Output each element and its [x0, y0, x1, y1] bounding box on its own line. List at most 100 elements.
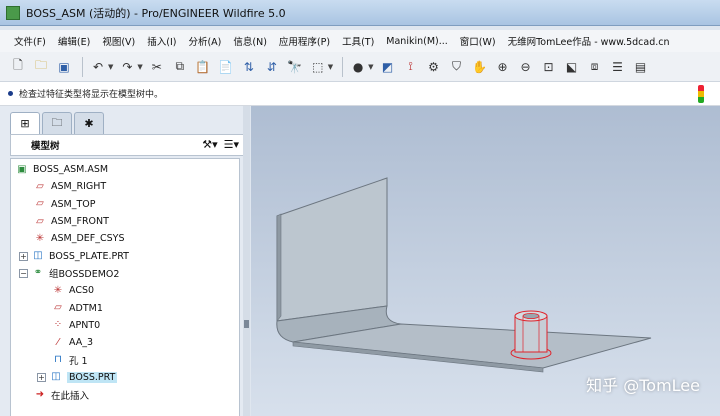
model-boss: [510, 310, 552, 360]
shading-dropdown-icon[interactable]: ▼: [368, 63, 373, 71]
tree-item-asm-def-csys[interactable]: ✳ ASM_DEF_CSYS: [11, 230, 239, 247]
expand-icon[interactable]: +: [19, 251, 28, 261]
appearance-icon[interactable]: ⛉: [447, 57, 467, 77]
tree-item-label: ADTM1: [69, 302, 103, 314]
tree-item-hole[interactable]: ⊓ 孔 1: [11, 351, 239, 368]
zoom-out-icon[interactable]: ⊖: [516, 57, 536, 77]
regen-manager-icon[interactable]: ⇵: [262, 57, 282, 77]
menu-window[interactable]: 窗口(W): [456, 34, 500, 48]
tree-item-label: BOSS.PRT: [67, 371, 118, 383]
status-message: 检查过特征类型将显示在模型树中。: [19, 90, 164, 100]
watermark: 知乎 @TomLee: [586, 376, 700, 395]
tree-item-label: ACS0: [69, 285, 95, 297]
tree-item-label: APNT0: [69, 319, 101, 331]
menu-edit[interactable]: 编辑(E): [54, 34, 94, 48]
tree-item-insert-here[interactable]: ➜ 在此插入: [11, 386, 239, 403]
tree-item-label: 在此插入: [51, 390, 90, 402]
traffic-light-icon: [698, 85, 704, 103]
cut-icon[interactable]: ✂: [147, 57, 167, 77]
tree-item-asm-right[interactable]: ▱ ASM_RIGHT: [11, 178, 239, 195]
tree-item-label: ASM_RIGHT: [51, 181, 107, 193]
open-folder-icon[interactable]: 🗀: [31, 57, 51, 77]
tree-item-apnt0[interactable]: ⁘ APNT0: [11, 317, 239, 334]
tree-item-acs0[interactable]: ✳ ACS0: [11, 282, 239, 299]
graphics-viewport[interactable]: 知乎 @TomLee: [251, 106, 720, 416]
part-icon: ◫: [33, 250, 43, 262]
status-line: 检查过特征类型将显示在模型树中。: [0, 82, 720, 106]
menu-analysis[interactable]: 分析(A): [184, 34, 225, 48]
tree-item-asm-top[interactable]: ▱ ASM_TOP: [11, 196, 239, 213]
refit-icon[interactable]: ⊡: [539, 57, 559, 77]
select-box-icon[interactable]: ⬚: [308, 57, 328, 77]
search-tool-icon[interactable]: 🔭: [285, 57, 305, 77]
tree-item-boss-plate[interactable]: + ◫ BOSS_PLATE.PRT: [11, 247, 239, 264]
model-tree-tab-icon[interactable]: ⊞: [10, 112, 40, 134]
zoom-in-icon[interactable]: ⊕: [493, 57, 513, 77]
tree-item-boss-prt[interactable]: + ◫ BOSS.PRT: [11, 369, 239, 386]
redo-dropdown-icon[interactable]: ▼: [137, 63, 142, 71]
group-icon: ⚭: [33, 267, 43, 279]
menu-insert[interactable]: 插入(I): [143, 34, 180, 48]
collapse-icon[interactable]: −: [19, 268, 28, 278]
tree-item-aa3[interactable]: ⁄ AA_3: [11, 334, 239, 351]
new-file-icon[interactable]: 🗋: [8, 57, 28, 77]
menu-applications[interactable]: 应用程序(P): [275, 34, 334, 48]
save-icon[interactable]: ▣: [54, 57, 74, 77]
datum-plane-icon: ▱: [36, 198, 44, 210]
reorient-icon[interactable]: ⬕: [562, 57, 582, 77]
expand-icon[interactable]: +: [37, 372, 46, 382]
datum-display-icon[interactable]: ⟟: [401, 57, 421, 77]
layers-icon[interactable]: ☰: [608, 57, 628, 77]
pan-hand-icon[interactable]: ✋: [470, 57, 490, 77]
tree-tools: ⚒▾ ☰▾: [202, 138, 239, 151]
tree-item-asm-front[interactable]: ▱ ASM_FRONT: [11, 213, 239, 230]
layer-icon[interactable]: ⚙: [424, 57, 444, 77]
tree-item-group[interactable]: − ⚭ 组BOSSDEMO2: [11, 265, 239, 282]
tree-item-label: BOSS_ASM.ASM: [33, 164, 109, 176]
select-dropdown-icon[interactable]: ▼: [328, 63, 333, 71]
menu-bar: 文件(F) 编辑(E) 视图(V) 插入(I) 分析(A) 信息(N) 应用程序…: [0, 30, 720, 52]
splitter-grip-icon[interactable]: [244, 320, 249, 328]
app-icon: [6, 5, 20, 20]
datum-point-icon: ⁘: [53, 319, 63, 331]
panel-splitter[interactable]: [243, 106, 250, 416]
favorites-tab-icon[interactable]: ✱: [74, 112, 104, 134]
model-tree-header: 模型树 ⚒▾ ☰▾: [10, 134, 246, 156]
menu-manikin[interactable]: Manikin(M)...: [382, 36, 452, 47]
undo-dropdown-icon[interactable]: ▼: [108, 63, 113, 71]
regenerate-icon[interactable]: ⇅: [239, 57, 259, 77]
tree-item-root[interactable]: ▣ BOSS_ASM.ASM: [11, 161, 239, 178]
tree-item-label: AA_3: [69, 337, 94, 349]
redo-icon[interactable]: ↷: [117, 57, 137, 77]
navigator-tabs: ⊞ 🗀 ✱: [10, 112, 104, 134]
copy-icon[interactable]: ⧉: [170, 57, 190, 77]
menu-tools[interactable]: 工具(T): [338, 34, 378, 48]
tree-item-label: 孔 1: [69, 355, 88, 367]
undo-icon[interactable]: ↶: [88, 57, 108, 77]
tree-settings-icon[interactable]: ⚒▾: [202, 138, 217, 151]
menu-site-link[interactable]: 无维网TomLee作品 - www.5dcad.cn: [504, 34, 674, 48]
saved-views-icon[interactable]: ⧈: [585, 57, 605, 77]
orient-icon[interactable]: ◩: [378, 57, 398, 77]
navigator-panel: ⊞ 🗀 ✱ 模型树 ⚒▾ ☰▾ ▣ BOSS_ASM.ASM ▱ ASM_RIG…: [0, 106, 250, 416]
menu-info[interactable]: 信息(N): [229, 34, 271, 48]
display-style-icon[interactable]: ▤: [631, 57, 651, 77]
toolbar-separator: [342, 56, 344, 77]
model-render: [276, 177, 652, 373]
paste-special-icon[interactable]: 📄: [216, 57, 236, 77]
insert-arrow-icon: ➜: [35, 388, 45, 400]
menu-view[interactable]: 视图(V): [98, 34, 139, 48]
paste-icon[interactable]: 📋: [193, 57, 213, 77]
coordinate-system-icon: ✳: [53, 284, 63, 296]
tree-item-adtm1[interactable]: ▱ ADTM1: [11, 299, 239, 316]
model-wall-edge: [276, 213, 282, 322]
menu-file[interactable]: 文件(F): [10, 34, 50, 48]
tree-item-label: 组BOSSDEMO2: [49, 269, 120, 281]
coordinate-system-icon: ✳: [35, 232, 45, 244]
datum-plane-icon: ▱: [36, 180, 44, 192]
model-tree: ▣ BOSS_ASM.ASM ▱ ASM_RIGHT ▱ ASM_TOP ▱ A…: [10, 158, 240, 416]
shading-icon[interactable]: ●: [348, 57, 368, 77]
tree-item-label: ASM_FRONT: [51, 216, 109, 228]
tree-filter-icon[interactable]: ☰▾: [224, 138, 239, 151]
folder-browser-tab-icon[interactable]: 🗀: [42, 112, 72, 134]
